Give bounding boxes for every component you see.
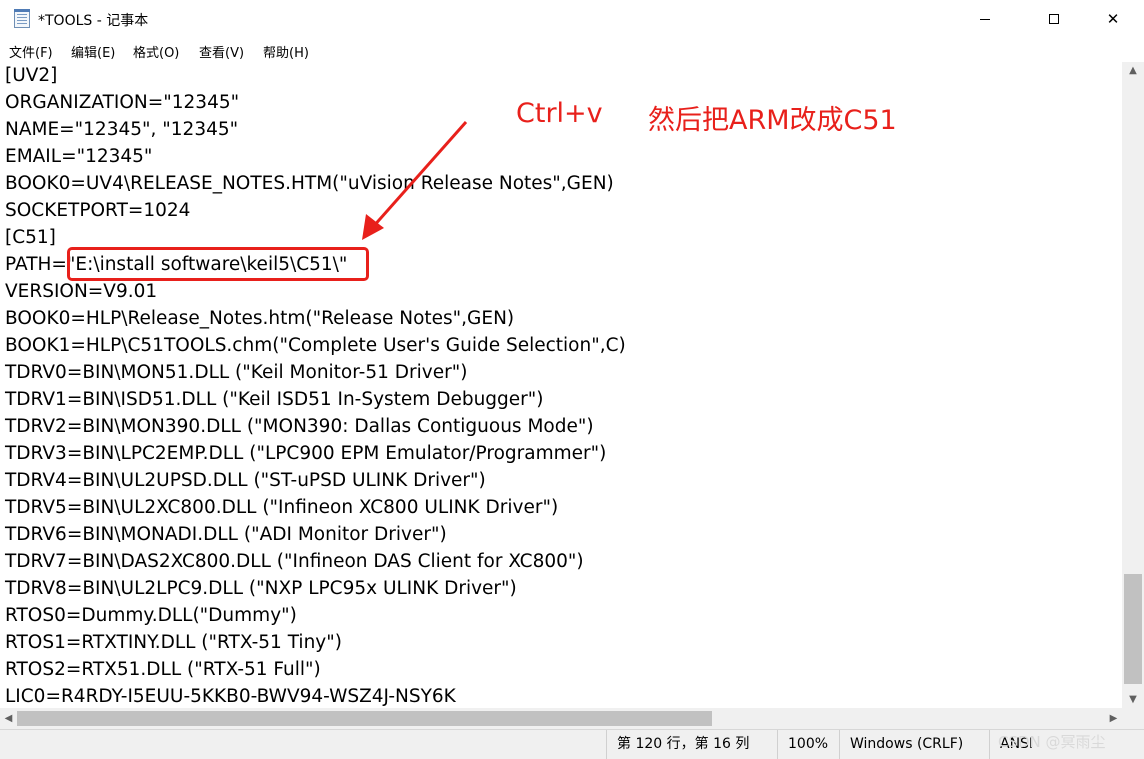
editor-line: RTOS1=RTXTINY.DLL ("RTX-51 Tiny")	[5, 632, 342, 653]
maximize-button[interactable]	[1031, 0, 1077, 38]
editor-line: BOOK0=HLP\Release_Notes.htm("Release Not…	[5, 308, 515, 329]
text-editor[interactable]: [UV2] ORGANIZATION="12345" NAME="12345", "…	[0, 62, 1122, 708]
close-button[interactable]: ✕	[1090, 0, 1136, 38]
editor-line: [UV2]	[5, 65, 58, 86]
editor-line: BOOK1=HLP\C51TOOLS.chm("Complete User's …	[5, 335, 626, 356]
menu-format[interactable]: 格式(O)	[133, 42, 179, 61]
annotation-ctrl-v: Ctrl+v	[516, 98, 603, 129]
editor-line: TDRV0=BIN\MON51.DLL ("Keil Monitor-51 Dr…	[5, 362, 468, 383]
editor-line: TDRV2=BIN\MON390.DLL ("MON390: Dallas Co…	[5, 416, 594, 437]
editor-line: EMAIL="12345"	[5, 146, 153, 167]
cursor-position: 第 120 行，第 16 列	[606, 730, 777, 759]
minimize-icon	[980, 18, 990, 20]
menu-view[interactable]: 查看(V)	[199, 42, 244, 61]
editor-line: RTOS2=RTX51.DLL ("RTX-51 Full")	[5, 659, 321, 680]
editor-line: TDRV7=BIN\DAS2XC800.DLL ("Infineon DAS C…	[5, 551, 584, 572]
status-bar: 第 120 行，第 16 列 100% Windows (CRLF) ANSI	[0, 729, 1144, 759]
title-bar: *TOOLS - 记事本 ✕	[0, 0, 1144, 38]
scroll-down-icon[interactable]: ▼	[1122, 691, 1144, 708]
menu-help[interactable]: 帮助(H)	[263, 42, 309, 61]
editor-line: [C51]	[5, 227, 56, 248]
editor-line: BOOK0=UV4\RELEASE_NOTES.HTM("uVision Rel…	[5, 173, 614, 194]
watermark: CSDN @冥雨尘	[998, 733, 1106, 751]
horizontal-scroll-thumb[interactable]	[17, 711, 712, 726]
editor-line: TDRV8=BIN\UL2LPC9.DLL ("NXP LPC95x ULINK…	[5, 578, 517, 599]
minimize-button[interactable]	[962, 0, 1008, 38]
scroll-right-icon[interactable]: ▶	[1105, 708, 1122, 729]
line-ending: Windows (CRLF)	[839, 730, 989, 759]
menu-bar: 文件(F) 编辑(E) 格式(O) 查看(V) 帮助(H)	[0, 38, 1144, 62]
editor-line: TDRV4=BIN\UL2UPSD.DLL ("ST-uPSD ULINK Dr…	[5, 470, 486, 491]
editor-line: TDRV3=BIN\LPC2EMP.DLL ("LPC900 EPM Emula…	[5, 443, 607, 464]
scroll-left-icon[interactable]: ◀	[0, 708, 17, 729]
menu-edit[interactable]: 编辑(E)	[71, 42, 115, 61]
editor-line: TDRV5=BIN\UL2XC800.DLL ("Infineon XC800 …	[5, 497, 559, 518]
editor-line: ORGANIZATION="12345"	[5, 92, 240, 113]
maximize-icon	[1049, 14, 1059, 24]
vertical-scrollbar[interactable]: ▲ ▼	[1122, 62, 1144, 708]
editor-line: VERSION=V9.01	[5, 281, 158, 302]
editor-line: SOCKETPORT=1024	[5, 200, 191, 221]
path-highlight-box	[67, 247, 369, 281]
notepad-icon	[14, 9, 30, 28]
editor-line: TDRV1=BIN\ISD51.DLL ("Keil ISD51 In-Syst…	[5, 389, 544, 410]
window-title: *TOOLS - 记事本	[38, 13, 149, 29]
zoom-level: 100%	[777, 730, 839, 759]
editor-line: LIC0=R4RDY-I5EUU-5KKB0-BWV94-WSZ4J-NSY6K	[5, 686, 456, 707]
scrollbar-corner	[1122, 708, 1144, 729]
scroll-up-icon[interactable]: ▲	[1122, 62, 1144, 79]
menu-file[interactable]: 文件(F)	[9, 42, 53, 61]
horizontal-scrollbar[interactable]: ◀ ▶	[0, 708, 1122, 729]
vertical-scroll-thumb[interactable]	[1124, 574, 1142, 684]
editor-line: NAME="12345", "12345"	[5, 119, 239, 140]
editor-line: RTOS0=Dummy.DLL("Dummy")	[5, 605, 297, 626]
editor-line: TDRV6=BIN\MONADI.DLL ("ADI Monitor Drive…	[5, 524, 447, 545]
annotation-change-arm: 然后把ARM改成C51	[648, 105, 897, 136]
close-icon: ✕	[1106, 10, 1120, 28]
